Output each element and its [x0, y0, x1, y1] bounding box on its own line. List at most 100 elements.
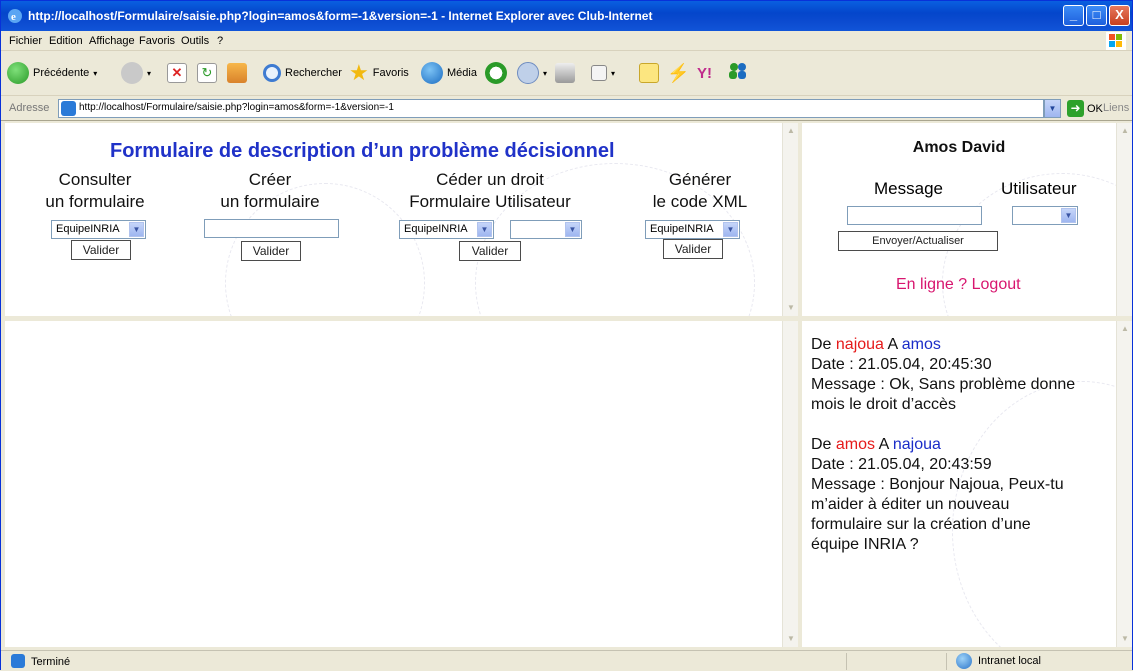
back-arrow-icon [7, 62, 29, 84]
menu-favoris[interactable]: Favoris [139, 35, 175, 47]
to-label: A [887, 336, 898, 353]
maximize-button[interactable]: □ [1086, 5, 1107, 26]
refresh-button[interactable]: ↻ [197, 60, 217, 86]
search-label: Rechercher [285, 67, 342, 79]
logout-link[interactable]: Logout [972, 276, 1021, 293]
menu-help[interactable]: ? [217, 35, 223, 47]
consult-validate-button[interactable]: Valider [71, 240, 131, 260]
scroll-down-icon[interactable]: ▼ [784, 301, 798, 315]
status-text: Terminé [31, 656, 71, 668]
generate-xml-heading: Générer le code XML [625, 169, 775, 213]
globe-icon [956, 653, 972, 669]
generate-xml-select[interactable]: EquipeINRIA ▼ [645, 220, 740, 239]
mail-button[interactable]: ▾ [517, 60, 547, 86]
consult-heading: Consulter un formulaire [25, 169, 165, 213]
address-input[interactable]: http://localhost/Formulaire/saisie.php?l… [58, 99, 1044, 118]
page-icon [61, 101, 76, 116]
scroll-up-icon[interactable]: ▲ [1118, 322, 1132, 336]
send-refresh-button[interactable]: Envoyer/Actualiser [838, 231, 998, 251]
messages-frame: De najoua A amos Date : 21.05.04, 20:45:… [802, 321, 1132, 647]
grant-right-heading: Céder un droit Formulaire Utilisateur [390, 169, 590, 213]
form-frame-scrollbar[interactable]: ▲ ▼ [782, 123, 798, 316]
grant-form-select[interactable]: EquipeINRIA ▼ [399, 220, 494, 239]
message-input[interactable] [847, 206, 982, 225]
zone-label: Intranet local [978, 655, 1041, 667]
page-status-icon [11, 654, 25, 668]
menu-edition[interactable]: Edition [49, 35, 83, 47]
message-item: De amos A najoua Date : 21.05.04, 20:43:… [811, 435, 1101, 555]
notes-button[interactable] [639, 60, 659, 86]
links-button[interactable]: Liens [1103, 102, 1129, 114]
message-text-line: équipe INRIA ? [811, 536, 919, 553]
chevron-down-icon: ▼ [129, 222, 144, 237]
scroll-down-icon[interactable]: ▼ [1118, 632, 1132, 646]
forward-arrow-icon [121, 62, 143, 84]
message-date: Date : 21.05.04, 20:43:59 [811, 456, 992, 473]
edit-button[interactable]: ▾ [591, 60, 615, 86]
ie-logo-icon: e [8, 9, 22, 23]
content-frame-scrollbar[interactable]: ▼ [782, 321, 798, 647]
address-bar: Adresse http://localhost/Formulaire/sais… [1, 97, 1132, 121]
minimize-button[interactable]: _ [1063, 5, 1084, 26]
club-internet-button[interactable]: ⚡ [667, 60, 689, 86]
message-text-line: formulaire sur la création d’une [811, 516, 1031, 533]
grant-user-select[interactable]: ▼ [510, 220, 582, 239]
media-globe-icon [421, 62, 443, 84]
consult-form-select[interactable]: EquipeINRIA ▼ [51, 220, 146, 239]
form-frame: Formulaire de description d’un problème … [5, 123, 798, 316]
go-button[interactable]: ➜ OK [1067, 100, 1103, 117]
menu-affichage[interactable]: Affichage [89, 35, 135, 47]
toolbar: Précédente ▾ ▾ ✕ ↻ Rechercher ★ Favoris … [1, 52, 1132, 96]
scroll-up-icon[interactable]: ▲ [1118, 124, 1132, 138]
address-dropdown-button[interactable]: ▼ [1044, 99, 1061, 118]
menu-outils[interactable]: Outils [181, 35, 209, 47]
create-heading-line1: Créer [248, 170, 292, 189]
scroll-up-icon[interactable]: ▲ [784, 124, 798, 138]
user-frame-scrollbar[interactable]: ▲ [1116, 123, 1132, 316]
browser-window: e http://localhost/Formulaire/saisie.php… [0, 0, 1133, 671]
refresh-icon: ↻ [197, 63, 217, 83]
messenger-button[interactable] [727, 60, 749, 86]
grant-validate-button[interactable]: Valider [459, 241, 521, 261]
note-icon [639, 63, 659, 83]
chevron-down-icon: ▼ [723, 222, 738, 237]
generate-xml-validate-button[interactable]: Valider [663, 239, 723, 259]
grant-right-heading-line2: Formulaire Utilisateur [409, 192, 571, 211]
form-title: Formulaire de description d’un problème … [110, 140, 615, 162]
user-name: Amos David [912, 139, 1006, 156]
message-recipient: najoua [892, 436, 941, 453]
go-arrow-icon: ➜ [1067, 100, 1084, 117]
message-header: De amos A najoua [811, 435, 1101, 455]
status-divider [846, 653, 847, 670]
print-button[interactable] [555, 60, 575, 86]
online-link[interactable]: En ligne ? [896, 276, 967, 293]
create-validate-button[interactable]: Valider [241, 241, 301, 261]
scroll-down-icon[interactable]: ▼ [784, 632, 798, 646]
messages-frame-scrollbar[interactable]: ▲ ▼ [1116, 321, 1132, 647]
chevron-down-icon: ▾ [611, 68, 616, 78]
forward-button[interactable]: ▾ [121, 60, 151, 86]
media-label: Média [447, 67, 477, 79]
consult-heading-line1: Consulter [58, 170, 132, 189]
create-form-input[interactable] [204, 219, 339, 238]
media-button[interactable]: Média [421, 60, 477, 86]
back-button[interactable]: Précédente ▾ [7, 60, 97, 86]
stop-button[interactable]: ✕ [167, 60, 187, 86]
menu-fichier[interactable]: Fichier [9, 35, 42, 47]
history-button[interactable] [485, 60, 507, 86]
chevron-down-icon: ▾ [543, 68, 548, 78]
status-divider [946, 653, 947, 670]
from-label: De [811, 336, 832, 353]
star-icon: ★ [349, 60, 369, 85]
yahoo-button[interactable]: Y! [697, 60, 712, 86]
history-icon [485, 62, 507, 84]
chevron-down-icon: ▾ [93, 68, 98, 78]
user-select[interactable]: ▼ [1012, 206, 1078, 225]
message-header: De najoua A amos [811, 335, 1101, 355]
generate-xml-select-value: EquipeINRIA [650, 223, 714, 235]
close-button[interactable]: X [1109, 5, 1130, 26]
favorites-button[interactable]: ★ Favoris [349, 60, 409, 86]
menu-bar: Fichier Edition Affichage Favoris Outils… [1, 31, 1132, 51]
search-button[interactable]: Rechercher [263, 60, 342, 86]
home-button[interactable] [227, 60, 247, 86]
